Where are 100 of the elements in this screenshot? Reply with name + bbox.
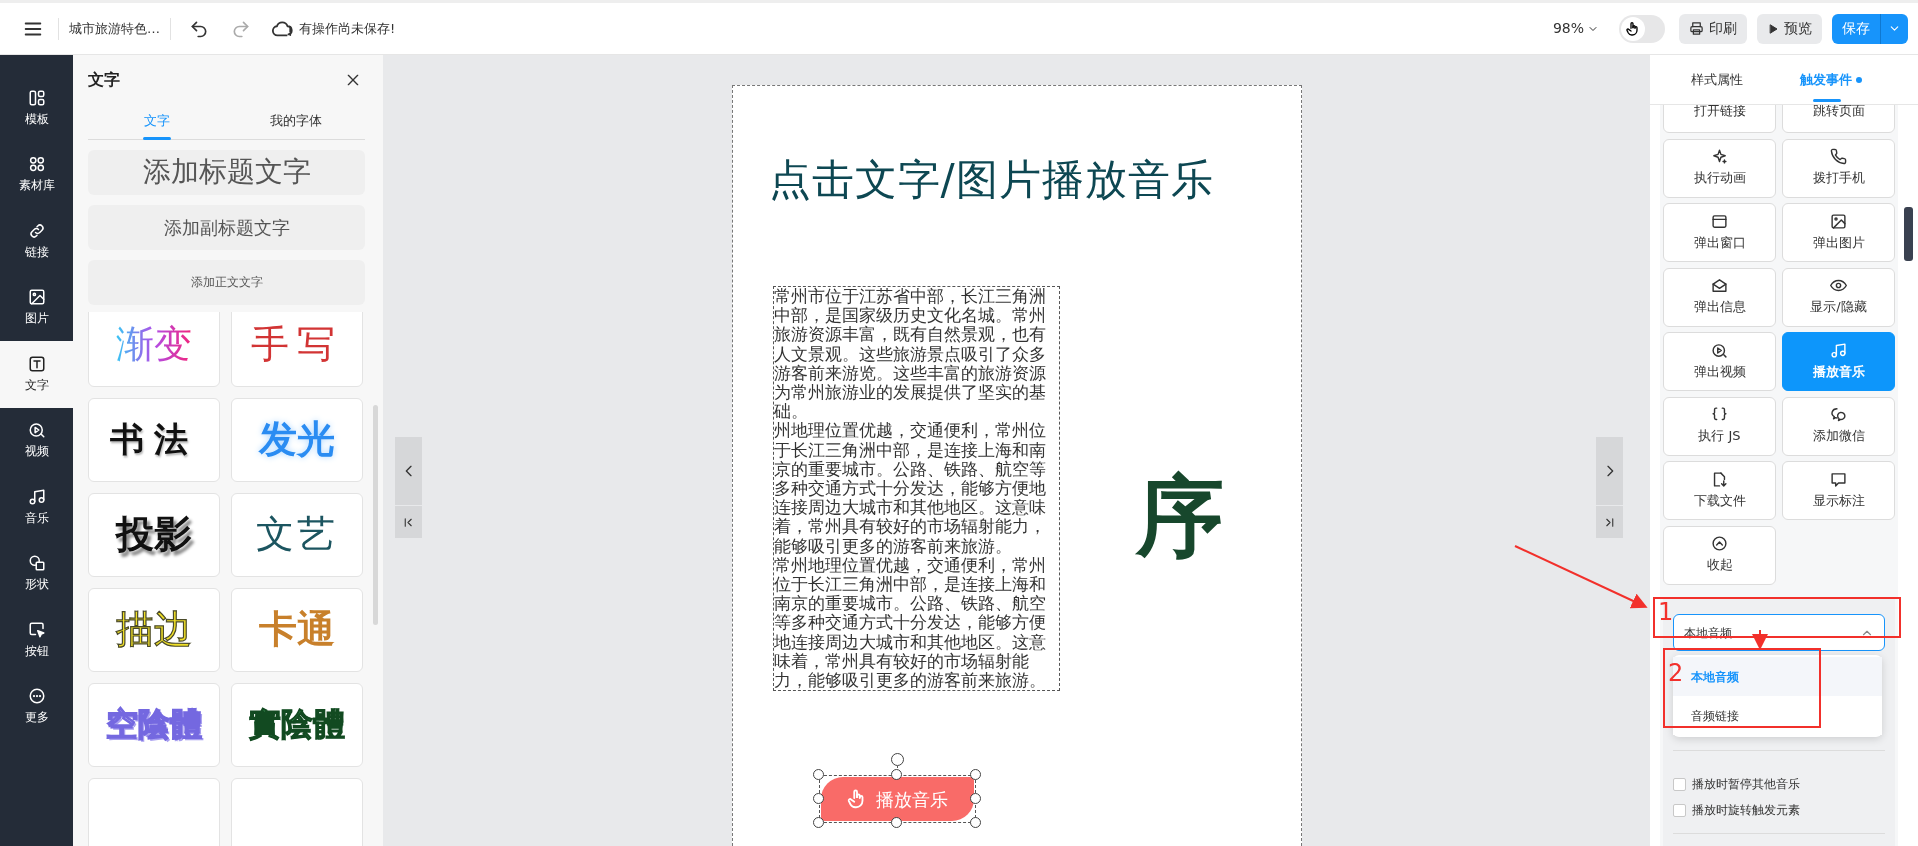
sidebar-item[interactable]: 模板 — [0, 75, 73, 142]
calligraphy-character: 序 — [1134, 463, 1225, 570]
body-paragraph: 州地理位置优越，交通便利，常州位于长江三角洲中部，是连接上海和南京的重要城市。公路、铁路、航空等多种交通方式十分发达，能够方便地连接周边大城市和其他地区。这意味着，常州具有较好的市场辐射能力，能够吸引更多的游客前来旅游。 — [773, 421, 1047, 556]
dropdown-option[interactable]: 音频链接 — [1673, 696, 1882, 735]
scrollbar-thumb[interactable] — [373, 405, 378, 625]
resize-handle[interactable] — [891, 817, 902, 828]
text-style-tile[interactable]: 文艺 — [231, 492, 363, 577]
zoom-dropdown[interactable]: 98% — [1548, 14, 1603, 43]
preview-button[interactable]: 预览 — [1757, 13, 1822, 44]
chat-bubbles-icon — [1830, 406, 1847, 424]
text-style-sample: 书法 — [110, 420, 198, 459]
sidebar-item[interactable]: 视频 — [0, 407, 73, 474]
body-paragraph: 常州市位于江苏省中部，长江三角洲中部，是国家级历史文化名城。常州旅游资源丰富，既有自然景观，也有人文景观。这些旅游景点吸引了众多游客前来游览。这些丰富的旅游资源为常州旅游业的发展提供了坚实的基础。 — [773, 287, 1047, 422]
text-style-tile[interactable]: 手写 — [231, 311, 363, 387]
sidebar-item[interactable]: 链接 — [0, 208, 73, 275]
action-button[interactable]: 弹出图片 — [1782, 203, 1895, 262]
checkbox[interactable] — [1673, 777, 1686, 791]
action-button[interactable]: 收起 — [1663, 525, 1776, 585]
text-style-sample: 卡通 — [259, 608, 335, 651]
sidebar-item[interactable]: 更多 — [0, 673, 73, 740]
action-button[interactable]: 显示标注 — [1782, 461, 1895, 520]
last-page-button[interactable] — [1596, 506, 1623, 538]
image-icon — [1830, 212, 1847, 230]
text-style-sample: 文艺 — [256, 513, 338, 556]
text-style-sample: 手写 — [251, 323, 343, 366]
resize-handle[interactable] — [812, 769, 824, 780]
action-button[interactable]: 执行动画 — [1663, 138, 1776, 198]
layout-grid-icon — [27, 88, 46, 107]
text-style-tile[interactable] — [88, 777, 220, 846]
action-button[interactable]: 添加微信 — [1782, 396, 1895, 456]
add-text-button[interactable]: 添加副标题文字 — [88, 204, 365, 250]
play-circle-icon — [27, 421, 46, 440]
music-note-icon — [27, 487, 46, 506]
window-icon — [1711, 212, 1728, 230]
resize-handle[interactable] — [969, 769, 981, 780]
text-style-sample: 實陰體 — [249, 706, 345, 743]
add-text-button[interactable]: 添加标题文字 — [88, 149, 365, 195]
hand-pointer-icon — [1625, 20, 1641, 37]
text-style-sample: 投影 — [116, 513, 192, 556]
text-style-tile[interactable] — [231, 777, 363, 846]
printer-icon — [1689, 21, 1704, 36]
resize-handle[interactable] — [969, 817, 981, 828]
panel-tab[interactable]: 样式属性 — [1660, 55, 1774, 104]
resize-handle[interactable] — [812, 793, 824, 804]
action-button[interactable]: 执行 JS — [1663, 396, 1776, 456]
first-page-button[interactable] — [395, 506, 422, 538]
print-button[interactable]: 印刷 — [1679, 13, 1747, 44]
action-button[interactable]: 弹出视频 — [1663, 332, 1776, 391]
envelope-icon — [1711, 277, 1728, 295]
four-circles-icon — [27, 155, 46, 174]
skip-to-start-icon — [402, 515, 415, 529]
text-style-sample: 描边 — [116, 608, 192, 651]
comment-icon — [1830, 470, 1847, 488]
scroll-handle[interactable] — [1904, 207, 1913, 261]
sidebar-item[interactable]: 音乐 — [0, 474, 73, 541]
link-icon — [27, 221, 46, 240]
text-style-sample: 空陰體 — [106, 706, 202, 743]
rotate-handle[interactable] — [890, 753, 904, 768]
checkbox[interactable] — [1673, 803, 1686, 817]
annotation-arrow — [1752, 629, 1768, 650]
play-circle-icon — [1711, 341, 1728, 359]
music-note-icon — [1830, 341, 1847, 359]
action-button[interactable]: 下载文件 — [1663, 461, 1776, 520]
close-icon — [345, 72, 361, 88]
annotation-number: 1 — [1658, 600, 1674, 624]
action-button[interactable]: 拨打手机 — [1782, 138, 1895, 198]
resize-handle[interactable] — [969, 793, 981, 804]
file-download-icon — [1711, 470, 1728, 488]
text-box-icon — [27, 354, 46, 373]
sidebar-item[interactable]: 形状 — [0, 540, 73, 607]
resize-handle[interactable] — [891, 769, 902, 780]
text-style-tile[interactable]: 书法 — [88, 397, 220, 482]
skip-to-end-icon — [1603, 515, 1616, 529]
sparkle-icon — [1711, 148, 1728, 166]
undo-icon — [189, 18, 209, 39]
text-style-tile[interactable]: 投影 — [88, 492, 220, 577]
page-heading: 点击文字/图片播放音乐 — [768, 154, 1214, 206]
checkbox-label[interactable]: 播放时暂停其他音乐 — [1692, 775, 1800, 793]
checkbox-label[interactable]: 播放时旋转触发元素 — [1692, 801, 1800, 819]
sidebar-item[interactable]: 图片 — [0, 274, 73, 341]
phone-icon — [1830, 148, 1847, 166]
text-style-sample: 发光 — [259, 418, 335, 461]
sidebar-item[interactable]: 文字 — [0, 341, 73, 408]
chevron-up-circle-icon — [1711, 535, 1728, 553]
sidebar-item[interactable]: 按钮 — [0, 607, 73, 674]
play-icon — [1767, 22, 1779, 35]
save-options-dropdown[interactable] — [1880, 13, 1908, 44]
text-style-tile[interactable]: 空陰體 — [88, 682, 220, 767]
document-title[interactable]: 城市旅游特色… — [69, 18, 160, 39]
add-text-button[interactable]: 添加正文文字 — [88, 259, 365, 305]
text-style-tile[interactable]: 實陰體 — [231, 682, 363, 767]
resize-handle[interactable] — [812, 817, 824, 828]
text-frame[interactable] — [772, 286, 1060, 692]
panel-tab[interactable]: 我的字体 — [226, 105, 365, 139]
action-button[interactable]: 显示/隐藏 — [1782, 267, 1895, 327]
touch-mode-toggle[interactable] — [1619, 14, 1665, 43]
text-style-tile[interactable]: 渐变 — [88, 311, 220, 387]
action-button[interactable]: 弹出窗口 — [1663, 203, 1776, 262]
action-button[interactable]: 弹出信息 — [1663, 267, 1776, 327]
sidebar-item[interactable]: 素材库 — [0, 141, 73, 208]
